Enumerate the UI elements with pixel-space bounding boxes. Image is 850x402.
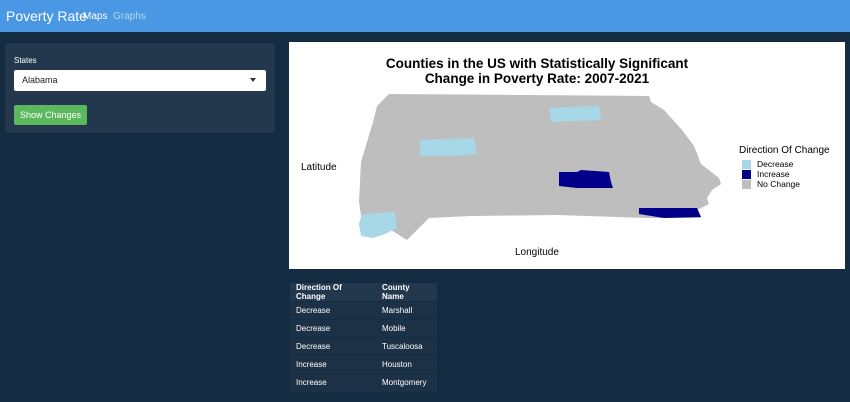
states-label: States xyxy=(14,56,37,65)
x-axis-label: Longitude xyxy=(515,247,559,258)
map-plot: Counties in the US with Statistically Si… xyxy=(289,42,845,269)
table-cell: Decrease xyxy=(290,319,376,338)
county-mobile-decrease xyxy=(359,212,397,238)
y-axis-label: Latitude xyxy=(301,162,337,173)
legend-label: Increase xyxy=(757,169,790,179)
table-row: Increase Montgomery xyxy=(290,373,437,392)
state-select-value: Alabama xyxy=(22,75,58,85)
column-header[interactable]: County Name xyxy=(376,283,437,302)
plot-title-line1: Counties in the US with Statistically Si… xyxy=(385,56,689,71)
sidebar-panel: States Alabama Show Changes xyxy=(5,43,275,133)
table-row: Decrease Tuscaloosa xyxy=(290,337,437,356)
table-cell: Decrease xyxy=(290,337,376,356)
county-cluster-decrease xyxy=(549,106,601,122)
legend-label: Decrease xyxy=(757,159,794,169)
table-cell: Tuscaloosa xyxy=(376,337,437,356)
table-cell: Montgomery xyxy=(376,373,437,392)
legend-title: Direction Of Change xyxy=(739,145,830,156)
tab-graphs[interactable]: Graphs xyxy=(113,11,146,22)
table-cell: Mobile xyxy=(376,319,437,338)
plot-title-line2: Change in Poverty Rate: 2007-2021 xyxy=(424,71,650,86)
legend-swatch xyxy=(742,180,751,189)
show-changes-button[interactable]: Show Changes xyxy=(14,105,87,125)
navbar: Poverty Rate Maps Graphs xyxy=(0,0,850,32)
table-row: Decrease Mobile xyxy=(290,319,437,338)
table-cell: Increase xyxy=(290,355,376,374)
county-marshall-decrease xyxy=(420,138,477,156)
table-header-row: Direction Of Change County Name xyxy=(290,283,437,302)
legend-label: No Change xyxy=(757,179,801,189)
results-table: Direction Of Change County Name Decrease… xyxy=(290,283,437,392)
app-title[interactable]: Poverty Rate xyxy=(6,8,87,24)
table-cell: Increase xyxy=(290,373,376,392)
state-select[interactable]: Alabama xyxy=(14,70,266,91)
plot-title: Counties in the US with Statistically Si… xyxy=(289,56,785,86)
table-cell: Marshall xyxy=(376,301,437,320)
column-header[interactable]: Direction Of Change xyxy=(290,283,376,302)
table-row: Increase Houston xyxy=(290,355,437,374)
caret-down-icon xyxy=(250,78,256,82)
tab-maps[interactable]: Maps xyxy=(83,11,107,22)
legend-swatch xyxy=(742,160,751,169)
table-cell: Houston xyxy=(376,355,437,374)
county-montgomery-increase xyxy=(559,170,613,188)
legend-swatch xyxy=(742,170,751,179)
table-row: Decrease Marshall xyxy=(290,301,437,320)
table-cell: Decrease xyxy=(290,301,376,320)
state-shape-no-change xyxy=(359,94,721,240)
